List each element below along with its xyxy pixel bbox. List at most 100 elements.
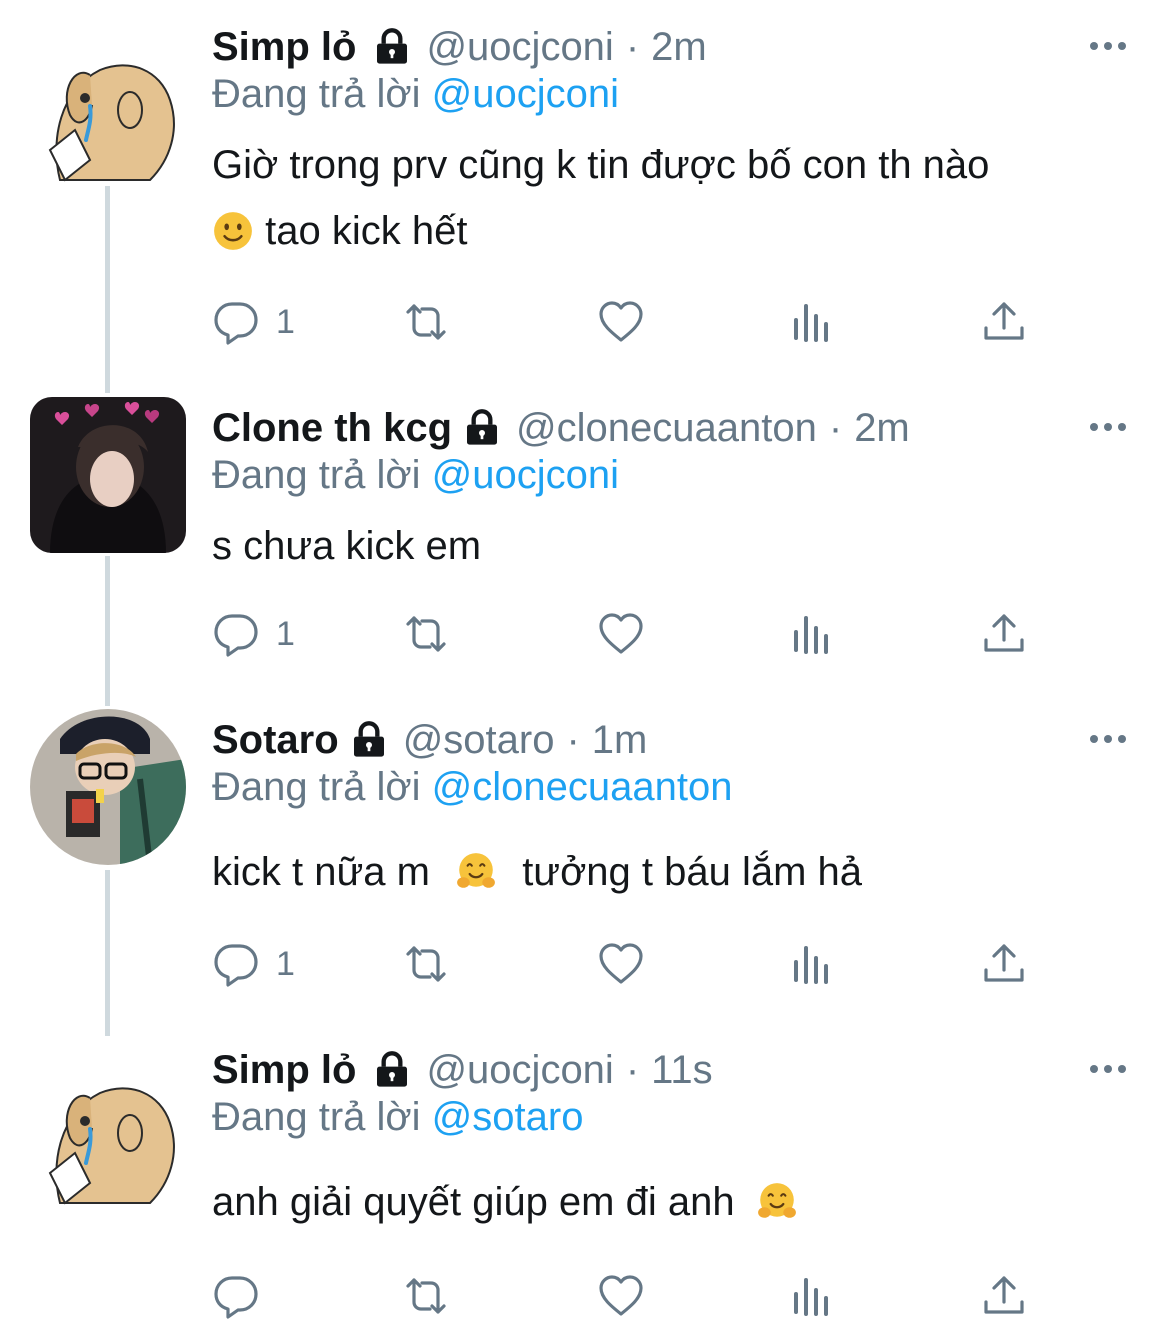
reply-button[interactable] xyxy=(212,1271,276,1321)
handle[interactable]: @uocjconi xyxy=(426,25,613,70)
replying-to: Đang trả lời @clonecuaanton xyxy=(212,765,733,810)
slightly-smiling-emoji xyxy=(212,210,254,252)
timestamp[interactable]: 1m xyxy=(592,718,648,763)
avatar[interactable] xyxy=(30,709,186,865)
handle[interactable]: @uocjconi xyxy=(426,1048,613,1093)
handle[interactable]: @sotaro xyxy=(403,718,555,763)
analytics-icon xyxy=(788,298,836,346)
share-button[interactable] xyxy=(980,1271,1028,1321)
retweet-button[interactable] xyxy=(402,609,450,659)
reply-button[interactable]: 1 xyxy=(212,297,295,347)
like-icon xyxy=(597,298,645,346)
replying-to-label: Đang trả lời xyxy=(212,765,421,809)
avatar[interactable] xyxy=(30,30,186,186)
analytics-icon xyxy=(788,610,836,658)
mention-link[interactable]: @sotaro xyxy=(432,1095,584,1139)
retweet-button[interactable] xyxy=(402,1271,450,1321)
mention-link[interactable]: @uocjconi xyxy=(432,453,619,497)
tweet-header: Sotaro @sotaro · 1m xyxy=(212,715,647,765)
share-icon xyxy=(980,298,1028,346)
avatar[interactable] xyxy=(30,1053,186,1209)
like-button[interactable] xyxy=(597,297,645,347)
action-bar xyxy=(212,1271,1052,1321)
reply-button[interactable]: 1 xyxy=(212,609,295,659)
tweet[interactable]: Sotaro @sotaro · 1m Đang trả lời @clonec… xyxy=(0,715,1170,1025)
reply-count: 1 xyxy=(276,302,295,341)
share-icon xyxy=(980,610,1028,658)
separator-dot: · xyxy=(625,24,640,69)
tweet-header: Simp lỏ @uocjconi · 11s xyxy=(212,1045,713,1095)
replying-to-label: Đang trả lời xyxy=(212,453,421,497)
tweet-text: anh giải quyết giúp em đi anh xyxy=(212,1169,1112,1235)
lock-icon xyxy=(349,720,389,760)
tweet-text: Giờ trong prv cũng k tin được bố con th … xyxy=(212,132,1112,264)
reply-button[interactable]: 1 xyxy=(212,939,295,989)
tweet-text: kick t nữa m tưởng t báu lắm hả xyxy=(212,839,1112,905)
share-button[interactable] xyxy=(980,939,1028,989)
retweet-icon xyxy=(402,610,450,658)
display-name[interactable]: Clone th kcg xyxy=(212,406,452,451)
more-icon[interactable] xyxy=(1086,1057,1130,1081)
timestamp[interactable]: 2m xyxy=(854,406,910,451)
lock-icon xyxy=(372,1050,412,1090)
more-icon[interactable] xyxy=(1086,34,1130,58)
share-icon xyxy=(980,1272,1028,1320)
tweet-text-line: Giờ trong prv cũng k tin được bố con th … xyxy=(212,143,990,187)
replying-to-label: Đang trả lời xyxy=(212,72,421,116)
mention-link[interactable]: @clonecuaanton xyxy=(432,765,733,809)
tweet-text-span: tao kick hết xyxy=(265,209,468,253)
like-button[interactable] xyxy=(597,1271,645,1321)
display-name[interactable]: Simp lỏ xyxy=(212,25,356,70)
like-icon xyxy=(597,610,645,658)
mention-link[interactable]: @uocjconi xyxy=(432,72,619,116)
more-icon[interactable] xyxy=(1086,415,1130,439)
action-bar: 1 xyxy=(212,939,1052,989)
timestamp[interactable]: 11s xyxy=(651,1048,713,1093)
replying-to-label: Đang trả lời xyxy=(212,1095,421,1139)
action-bar: 1 xyxy=(212,297,1052,347)
retweet-button[interactable] xyxy=(402,939,450,989)
lock-icon xyxy=(462,408,502,448)
share-button[interactable] xyxy=(980,609,1028,659)
analytics-button[interactable] xyxy=(788,939,836,989)
tweet-text: s chưa kick em xyxy=(212,513,1112,579)
timestamp[interactable]: 2m xyxy=(651,25,707,70)
separator-dot: · xyxy=(828,405,843,450)
retweet-button[interactable] xyxy=(402,297,450,347)
retweet-icon xyxy=(402,298,450,346)
like-icon xyxy=(597,1272,645,1320)
analytics-button[interactable] xyxy=(788,609,836,659)
analytics-icon xyxy=(788,940,836,988)
tweet-text-span: kick t nữa m xyxy=(212,850,430,894)
tweet[interactable]: Clone th kcg @clonecuaanton · 2m Đang tr… xyxy=(0,403,1170,693)
analytics-icon xyxy=(788,1272,836,1320)
tweet[interactable]: Simp lỏ @uocjconi · 11s Đang trả lời @so… xyxy=(0,1045,1170,1337)
analytics-button[interactable] xyxy=(788,1271,836,1321)
display-name[interactable]: Simp lỏ xyxy=(212,1048,356,1093)
replying-to: Đang trả lời @sotaro xyxy=(212,1095,583,1140)
retweet-icon xyxy=(402,1272,450,1320)
lock-icon xyxy=(372,27,412,67)
share-button[interactable] xyxy=(980,297,1028,347)
handle[interactable]: @clonecuaanton xyxy=(516,406,817,451)
retweet-icon xyxy=(402,940,450,988)
avatar[interactable] xyxy=(30,397,186,553)
tweet-text-line: s chưa kick em xyxy=(212,524,482,568)
reply-icon xyxy=(212,298,260,346)
analytics-button[interactable] xyxy=(788,297,836,347)
tweet-text-line: anh giải quyết giúp em đi anh xyxy=(212,1169,1112,1235)
like-button[interactable] xyxy=(597,609,645,659)
like-button[interactable] xyxy=(597,939,645,989)
tweet-text-line: kick t nữa m tưởng t báu lắm hả xyxy=(212,839,1112,905)
action-bar: 1 xyxy=(212,609,1052,659)
reply-icon xyxy=(212,1272,260,1320)
reply-count: 1 xyxy=(276,614,295,653)
tweet[interactable]: Simp lỏ @uocjconi · 2m Đang trả lời @uoc… xyxy=(0,22,1170,382)
reply-count: 1 xyxy=(276,944,295,983)
share-icon xyxy=(980,940,1028,988)
tweet-header: Clone th kcg @clonecuaanton · 2m xyxy=(212,403,910,453)
more-icon[interactable] xyxy=(1086,727,1130,751)
replying-to: Đang trả lời @uocjconi xyxy=(212,453,619,498)
tweet-text-span: anh giải quyết giúp em đi anh xyxy=(212,1180,735,1224)
display-name[interactable]: Sotaro xyxy=(212,718,339,763)
